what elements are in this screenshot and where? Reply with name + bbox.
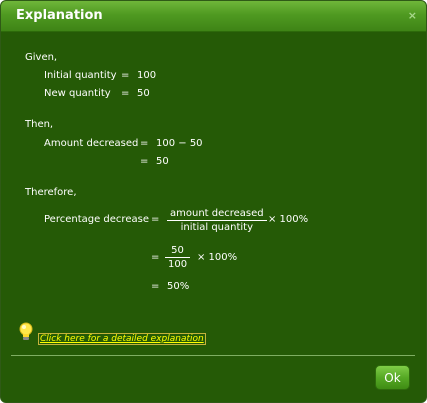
substitution-numerator: 50 bbox=[165, 245, 191, 258]
substitution-equals: = bbox=[151, 252, 160, 263]
ok-button[interactable]: Ok bbox=[375, 365, 410, 390]
detailed-explanation-link[interactable]: Click here for a detailed explanation bbox=[38, 333, 206, 345]
percentage-formula-fraction: amount decreased initial quantity bbox=[167, 208, 267, 233]
percentage-decrease-label: Percentage decrease bbox=[44, 214, 149, 225]
explanation-dialog: Explanation × Given, Initial quantity = … bbox=[0, 0, 427, 403]
percentage-result: 50% bbox=[167, 281, 190, 292]
initial-quantity-equals: = bbox=[121, 70, 130, 81]
new-quantity-label: New quantity bbox=[44, 88, 111, 99]
substitution-times-hundred-percent: × 100% bbox=[197, 252, 238, 263]
explanation-content: Given, Initial quantity = 100 New quanti… bbox=[1, 32, 426, 350]
amount-decreased-equals-2: = bbox=[140, 156, 149, 167]
initial-quantity-label: Initial quantity bbox=[44, 70, 117, 81]
amount-decreased-equals: = bbox=[140, 138, 149, 149]
initial-quantity-value: 100 bbox=[137, 70, 157, 81]
then-heading: Then, bbox=[25, 119, 54, 130]
substitution-denominator: 100 bbox=[168, 259, 188, 270]
fraction-numerator: amount decreased bbox=[167, 208, 267, 221]
new-quantity-value: 50 bbox=[137, 88, 150, 99]
amount-decreased-expression: 100 − 50 bbox=[156, 138, 203, 149]
given-heading: Given, bbox=[25, 52, 58, 63]
amount-decreased-label: Amount decreased bbox=[44, 138, 139, 149]
new-quantity-equals: = bbox=[121, 88, 130, 99]
close-icon[interactable]: × bbox=[408, 9, 417, 22]
dialog-titlebar[interactable]: Explanation × bbox=[1, 1, 426, 32]
times-hundred-percent: × 100% bbox=[268, 214, 309, 225]
substitution-fraction: 50 100 bbox=[165, 245, 191, 270]
amount-decreased-result: 50 bbox=[156, 156, 169, 167]
percentage-decrease-equals: = bbox=[151, 214, 160, 225]
lightbulb-icon bbox=[19, 322, 33, 340]
dialog-title: Explanation bbox=[16, 8, 103, 23]
footer-divider bbox=[11, 355, 415, 356]
fraction-denominator: initial quantity bbox=[180, 222, 254, 233]
therefore-heading: Therefore, bbox=[25, 187, 77, 198]
result-equals: = bbox=[151, 281, 160, 292]
